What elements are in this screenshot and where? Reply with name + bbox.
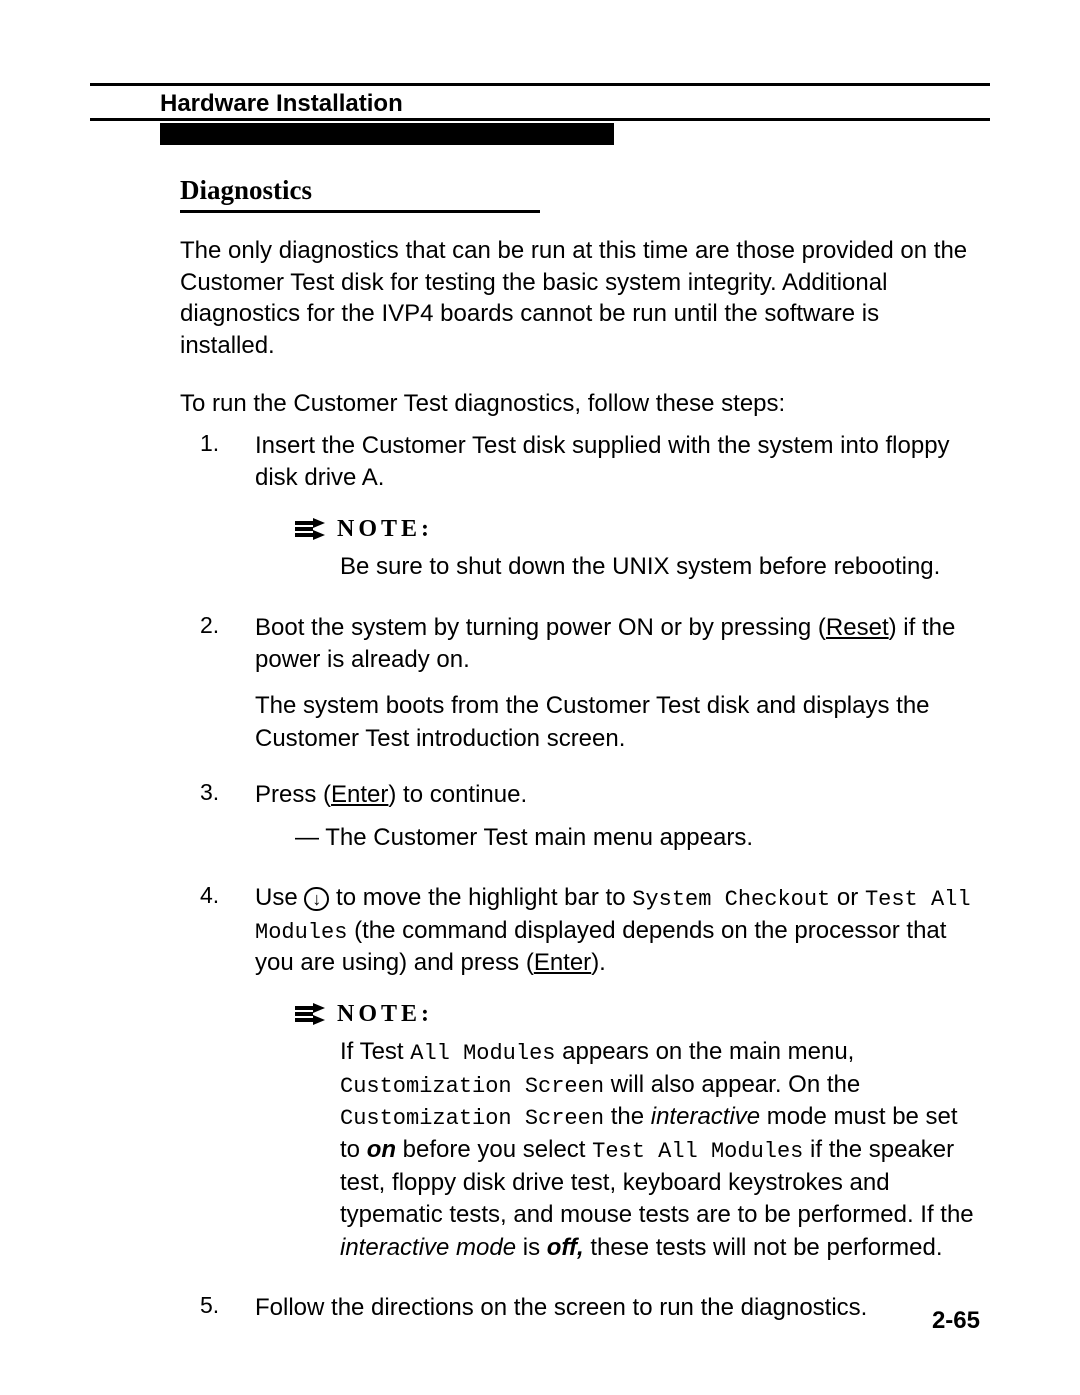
note-header: NOTE: <box>295 998 980 1030</box>
step-text: the Customer Test disk supplied with the… <box>255 432 950 491</box>
note-text: the <box>604 1103 651 1130</box>
step-3: 3. Press (Enter) to continue. — The Cust… <box>200 779 980 868</box>
note-arrow-icon <box>295 1003 327 1025</box>
page-header-title: Hardware Installation <box>160 90 403 118</box>
step-4: 4. Use ↓ to move the highlight bar to Sy… <box>200 882 980 1278</box>
step-text: Boot the system by turning power ON or b… <box>255 614 826 641</box>
step-subtext: — The Customer Test main menu appears. <box>295 822 980 854</box>
step-text: Use <box>255 884 298 911</box>
page-number: 2-65 <box>932 1307 980 1335</box>
note-text: these tests will not be performed. <box>584 1234 943 1261</box>
step-text: Press ( <box>255 781 331 808</box>
steps-intro: To run the Customer Test diagnostics, fo… <box>180 390 785 418</box>
step-number: 4. <box>200 882 255 1278</box>
bold-italic-text: off, <box>547 1234 584 1261</box>
bold-italic-text: on <box>367 1136 396 1163</box>
note-text: appears on the main menu, <box>556 1038 855 1065</box>
step-number: 2. <box>200 612 255 756</box>
step-body: Insert the Customer Test disk supplied w… <box>255 430 980 598</box>
step-text: Insert <box>255 432 322 459</box>
step-text: or <box>830 884 865 911</box>
command-text: System Checkout <box>632 887 830 912</box>
step-body: Follow the directions on the screen to r… <box>255 1292 980 1324</box>
note-text: before you select <box>396 1136 592 1163</box>
italic-text: interactive <box>651 1103 760 1130</box>
step-number: 5. <box>200 1292 255 1324</box>
step-text: to move the highlight bar to <box>336 884 632 911</box>
step-1: 1. Insert the Customer Test disk supplie… <box>200 430 980 598</box>
section-underline <box>180 210 540 213</box>
step-paragraph: The system boots from the Customer Test … <box>255 690 980 755</box>
step-text: ). <box>591 949 606 976</box>
note-body: Be sure to shut down the UNIX system bef… <box>340 551 980 583</box>
steps-container: 1. Insert the Customer Test disk supplie… <box>200 430 980 1338</box>
note-block: NOTE: Be sure to shut down the UNIX syst… <box>295 513 980 584</box>
note-text: If Test <box>340 1038 410 1065</box>
note-label: NOTE: <box>337 513 433 545</box>
command-text: Customization Screen <box>340 1106 604 1131</box>
step-5: 5. Follow the directions on the screen t… <box>200 1292 980 1324</box>
header-rule-top <box>90 83 990 86</box>
step-body: Use ↓ to move the highlight bar to Syste… <box>255 882 980 1278</box>
step-2: 2. Boot the system by turning power ON o… <box>200 612 980 756</box>
note-text: will also appear. On the <box>604 1071 860 1098</box>
section-title: Diagnostics <box>180 175 312 206</box>
command-text: All Modules <box>410 1041 555 1066</box>
command-text: Customization Screen <box>340 1074 604 1099</box>
note-label: NOTE: <box>337 998 433 1030</box>
italic-text: interactive mode <box>340 1234 516 1261</box>
step-number: 3. <box>200 779 255 868</box>
step-number: 1. <box>200 430 255 598</box>
key-label: Reset <box>826 614 889 641</box>
step-text: ) to continue. <box>388 781 527 808</box>
step-body: Boot the system by turning power ON or b… <box>255 612 980 756</box>
key-label: Enter <box>534 949 591 976</box>
note-arrow-icon <box>295 518 327 540</box>
key-label: Enter <box>331 781 388 808</box>
command-text: Test All Modules <box>592 1139 803 1164</box>
intro-paragraph: The only diagnostics that can be run at … <box>180 235 980 362</box>
note-block: NOTE: If Test All Modules appears on the… <box>295 998 980 1264</box>
step-body: Press (Enter) to continue. — The Custome… <box>255 779 980 868</box>
note-body: If Test All Modules appears on the main … <box>340 1036 980 1264</box>
note-text: is <box>516 1234 547 1261</box>
header-black-bar <box>160 123 614 145</box>
note-header: NOTE: <box>295 513 980 545</box>
header-rule-bottom <box>90 118 990 121</box>
down-arrow-key-icon: ↓ <box>304 887 329 911</box>
